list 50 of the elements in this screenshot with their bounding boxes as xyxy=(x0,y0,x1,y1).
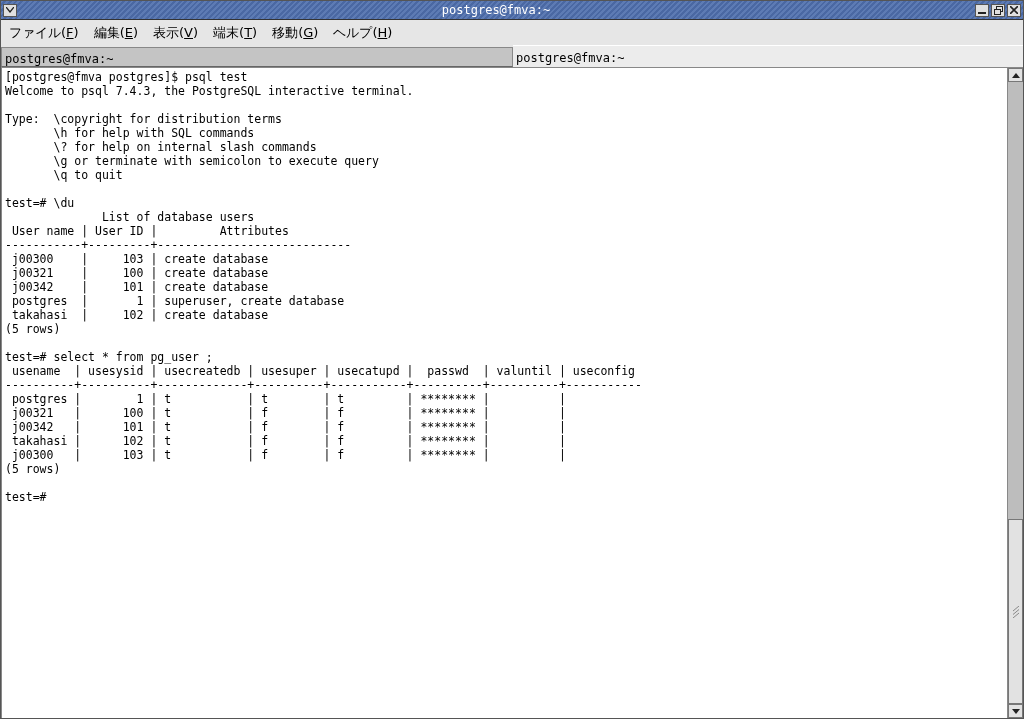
terminal-line: j00342 | 101 | t | f | f | ******** | | xyxy=(10,420,567,434)
menu-item[interactable]: 編集(E) xyxy=(87,20,144,45)
terminal-line: User name | User ID | Attributes xyxy=(10,224,290,238)
terminal-line: test=# \du xyxy=(5,196,76,210)
terminal-line: -----------+---------+---------------------------- xyxy=(5,238,353,252)
menu-item[interactable]: 端末(T) xyxy=(207,20,264,45)
terminal-line: \? for help on internal slash commands xyxy=(52,140,318,154)
close-icon xyxy=(1010,6,1018,14)
menu-item[interactable]: ファイル(F) xyxy=(3,20,85,45)
terminal-line: j00321 | 100 | create database xyxy=(10,266,270,280)
terminal-line: j00321 | 100 | t | f | f | ******** | | xyxy=(10,406,567,420)
terminal-tab[interactable]: postgres@fmva:~ xyxy=(1,47,513,67)
terminal-line: Welcome to psql 7.4.3, the PostgreSQL interactive terminal. xyxy=(5,84,415,98)
menu-item[interactable]: 移動(G) xyxy=(266,20,325,45)
scrollbar[interactable] xyxy=(1007,68,1023,718)
terminal-line: postgres | 1 | t | t | t | ******** | | xyxy=(10,392,567,406)
terminal-line: takahasi | 102 | t | f | f | ******** | | xyxy=(10,434,567,448)
terminal-line: postgres | 1 | superuser, create database xyxy=(10,294,346,308)
triangle-up-icon xyxy=(1011,72,1020,78)
terminal-line: test=# select * from pg_user ; xyxy=(5,350,214,364)
chevron-down-icon xyxy=(6,7,14,13)
maximize-button[interactable] xyxy=(991,3,1005,17)
scrollbar-thumb[interactable] xyxy=(1008,519,1023,704)
terminal-line: Type: \copyright for distribution terms xyxy=(5,112,283,126)
terminal-line: \q to quit xyxy=(52,168,124,182)
terminal-tab[interactable]: postgres@fmva:~ xyxy=(513,45,1023,67)
terminal-line: j00342 | 101 | create database xyxy=(10,280,270,294)
terminal-line: \g or terminate with semicolon to execute query xyxy=(52,154,380,168)
restore-icon xyxy=(993,5,1003,15)
terminal-line: ----------+----------+-------------+----------+-----------+----------+----------+----------- xyxy=(5,378,643,392)
terminal-line: List of database users xyxy=(100,210,256,224)
terminal-line: (5 rows) xyxy=(5,322,62,336)
terminal-line: (5 rows) xyxy=(5,462,62,476)
menu-item[interactable]: 表示(V) xyxy=(147,20,205,45)
scroll-down-button[interactable] xyxy=(1008,704,1023,718)
terminal-line: test=# xyxy=(5,490,48,504)
terminal-line: usename | usesysid | usecreatedb | usesuper | usecatupd | passwd | valuntil | useconfig xyxy=(10,364,637,378)
terminal-line: [postgres@fmva postgres]$ psql test xyxy=(5,70,249,84)
menu-item[interactable]: ヘルプ(H) xyxy=(327,20,399,45)
terminal-line: takahasi | 102 | create database xyxy=(10,308,270,322)
window-title: postgres@fmva:~ xyxy=(440,3,552,17)
terminal-line: j00300 | 103 | t | f | f | ******** | | xyxy=(10,448,567,462)
window-menu-button[interactable] xyxy=(3,3,17,17)
close-button[interactable] xyxy=(1007,3,1021,17)
terminal-line: j00300 | 103 | create database xyxy=(10,252,270,266)
scroll-up-button[interactable] xyxy=(1008,68,1023,82)
minimize-button[interactable] xyxy=(975,3,989,17)
terminal-line: \h for help with SQL commands xyxy=(52,126,256,140)
grip-icon xyxy=(1011,605,1020,618)
triangle-down-icon xyxy=(1011,708,1020,714)
